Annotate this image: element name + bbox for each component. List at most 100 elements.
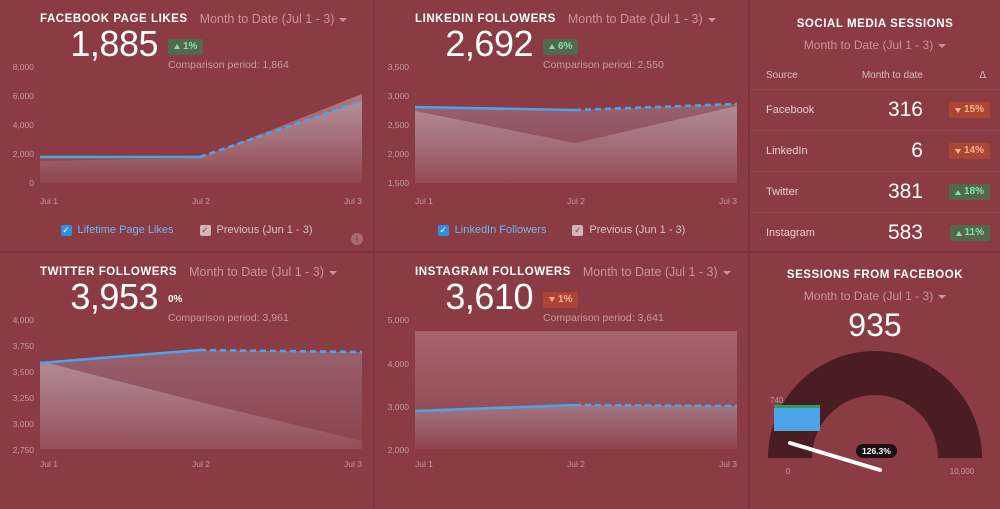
table-row[interactable]: Twitter 381 18% <box>750 171 1000 213</box>
gauge-tooltip: 126.3% <box>856 444 897 458</box>
chevron-down-icon <box>938 295 947 299</box>
svg-text:Jul 3: Jul 3 <box>344 459 362 469</box>
delta-value: 15% <box>963 104 984 115</box>
date-range-picker-sessions[interactable]: Month to Date (Jul 1 - 3) <box>750 38 1000 52</box>
svg-text:Jul 2: Jul 2 <box>567 196 585 206</box>
column-header-delta[interactable]: Δ <box>932 64 1000 90</box>
delta-value: 1% <box>183 40 198 52</box>
legend-label: Previous (Jun 1 - 3) <box>589 224 686 236</box>
cell-value: 583 <box>828 212 933 251</box>
chevron-down-icon <box>339 18 348 22</box>
column-header-month-to-date[interactable]: Month to date <box>828 64 933 90</box>
svg-text:2,000: 2,000 <box>388 149 410 159</box>
svg-text:3,000: 3,000 <box>388 91 410 101</box>
svg-text:8,000: 8,000 <box>13 62 35 72</box>
legend-item-previous[interactable]: ✓ Previous (Jun 1 - 3) <box>199 224 313 236</box>
date-range-label: Month to Date (Jul 1 - 3) <box>803 289 934 303</box>
chevron-down-icon <box>707 18 716 22</box>
svg-text:Jul 1: Jul 1 <box>40 196 58 206</box>
instagram-header: INSTAGRAM FOLLOWERS Month to Date (Jul 1… <box>375 253 748 279</box>
legend-label: Previous (Jun 1 - 3) <box>216 224 313 236</box>
status-badge: 11% <box>949 225 990 241</box>
gauge-max-label: 10,000 <box>950 467 975 476</box>
arrow-up-icon <box>955 230 962 236</box>
status-badge: 0% <box>168 292 188 308</box>
delta-value: 6% <box>558 40 573 52</box>
checkbox-checked-icon[interactable]: ✓ <box>199 224 211 236</box>
table-header-row: Source Month to date Δ <box>750 64 1000 90</box>
svg-text:3,250: 3,250 <box>13 393 35 403</box>
table-row[interactable]: LinkedIn 6 14% <box>750 130 1000 172</box>
legend-linkedin: ✓ LinkedIn Followers ✓ Previous (Jun 1 -… <box>375 224 748 236</box>
legend-item-lifetime-page-likes[interactable]: ✓ Lifetime Page Likes <box>60 224 174 236</box>
legend-item-linkedin-followers[interactable]: ✓ LinkedIn Followers <box>437 224 547 236</box>
chart-instagram: 5,000 4,000 3,000 2,000 Jul 1 Jul 2 Jul … <box>375 309 748 474</box>
checkbox-checked-icon[interactable]: ✓ <box>60 224 72 236</box>
status-badge: 1% <box>543 291 579 308</box>
status-badge: 14% <box>948 143 990 159</box>
arrow-up-icon <box>549 44 555 49</box>
cell-source: Twitter <box>750 171 829 213</box>
panel-instagram-followers: INSTAGRAM FOLLOWERS Month to Date (Jul 1… <box>375 253 750 509</box>
date-range-picker-gauge[interactable]: Month to Date (Jul 1 - 3) <box>750 289 1000 303</box>
legend-label: Lifetime Page Likes <box>77 224 174 236</box>
gauge-hover-box <box>774 405 820 431</box>
svg-text:Jul 3: Jul 3 <box>719 196 737 206</box>
delta-value: 1% <box>558 293 573 305</box>
dashboard: FACEBOOK PAGE LIKES Month to Date (Jul 1… <box>0 0 1000 509</box>
chevron-down-icon <box>328 271 337 275</box>
svg-text:4,000: 4,000 <box>13 120 35 130</box>
gauge-value: 935 <box>848 307 902 343</box>
cell-source: Facebook <box>750 89 829 131</box>
svg-text:Jul 2: Jul 2 <box>192 459 210 469</box>
panel-twitter-followers: TWITTER FOLLOWERS Month to Date (Jul 1 -… <box>0 253 375 509</box>
cell-delta: 11% <box>932 212 1000 251</box>
status-badge: 6% <box>543 38 579 55</box>
svg-text:2,750: 2,750 <box>13 445 35 455</box>
svg-text:0: 0 <box>29 178 34 188</box>
panel-facebook-page-likes: FACEBOOK PAGE LIKES Month to Date (Jul 1… <box>0 0 375 253</box>
legend-label: LinkedIn Followers <box>454 224 547 236</box>
svg-text:5,000: 5,000 <box>388 315 410 325</box>
twitter-area-chart: 4,000 3,750 3,500 3,250 3,000 2,750 Jul … <box>13 315 363 469</box>
svg-text:3,000: 3,000 <box>13 419 35 429</box>
sessions-table-header: SOCIAL MEDIA SESSIONS Month to Date (Jul… <box>750 0 1000 52</box>
linkedin-header: LINKEDIN FOLLOWERS Month to Date (Jul 1 … <box>375 0 748 26</box>
svg-text:3,000: 3,000 <box>388 402 410 412</box>
panel-sessions-from-facebook: SESSIONS FROM FACEBOOK Month to Date (Ju… <box>750 253 1000 509</box>
svg-text:Jul 2: Jul 2 <box>567 459 585 469</box>
chevron-down-icon <box>722 271 731 275</box>
cell-delta: 15% <box>932 89 1000 131</box>
chevron-down-icon <box>938 44 947 48</box>
svg-text:Jul 1: Jul 1 <box>415 459 433 469</box>
gauge-header: SESSIONS FROM FACEBOOK Month to Date (Ju… <box>750 253 1000 303</box>
chart-facebook: 8,000 6,000 4,000 2,000 0 Jul 1 Jul 2 Ju… <box>0 56 373 216</box>
chart-linkedin: 3,500 3,000 2,500 2,000 1,500 Jul 1 Jul … <box>375 56 748 216</box>
info-icon[interactable]: i <box>351 233 363 245</box>
checkbox-checked-icon[interactable]: ✓ <box>437 224 449 236</box>
arrow-down-icon <box>954 107 961 113</box>
svg-text:Jul 3: Jul 3 <box>719 459 737 469</box>
svg-text:4,000: 4,000 <box>13 315 35 325</box>
cell-value: 316 <box>828 89 933 131</box>
gauge-holder: 0 10,000 740 126.3% <box>750 348 1000 483</box>
svg-text:2,000: 2,000 <box>388 445 410 455</box>
column-header-source[interactable]: Source <box>750 64 829 90</box>
legend-item-previous[interactable]: ✓ Previous (Jun 1 - 3) <box>572 224 685 236</box>
status-badge: 15% <box>948 102 990 118</box>
delta-value: 0% <box>168 294 183 305</box>
svg-text:Jul 2: Jul 2 <box>192 196 210 206</box>
table-row[interactable]: Facebook 316 15% <box>750 89 1000 131</box>
twitter-header: TWITTER FOLLOWERS Month to Date (Jul 1 -… <box>0 253 373 279</box>
delta-value: 14% <box>963 145 984 156</box>
cell-value: 6 <box>828 130 933 172</box>
svg-text:3,750: 3,750 <box>13 341 35 351</box>
table-row[interactable]: Instagram 583 11% <box>750 212 1000 251</box>
facebook-header: FACEBOOK PAGE LIKES Month to Date (Jul 1… <box>0 0 373 26</box>
svg-text:3,500: 3,500 <box>13 367 35 377</box>
cell-delta: 18% <box>932 171 1000 213</box>
checkbox-checked-icon[interactable]: ✓ <box>572 224 584 236</box>
svg-text:6,000: 6,000 <box>13 91 35 101</box>
svg-text:1,500: 1,500 <box>388 178 410 188</box>
linkedin-area-chart: 3,500 3,000 2,500 2,000 1,500 Jul 1 Jul … <box>388 62 738 206</box>
